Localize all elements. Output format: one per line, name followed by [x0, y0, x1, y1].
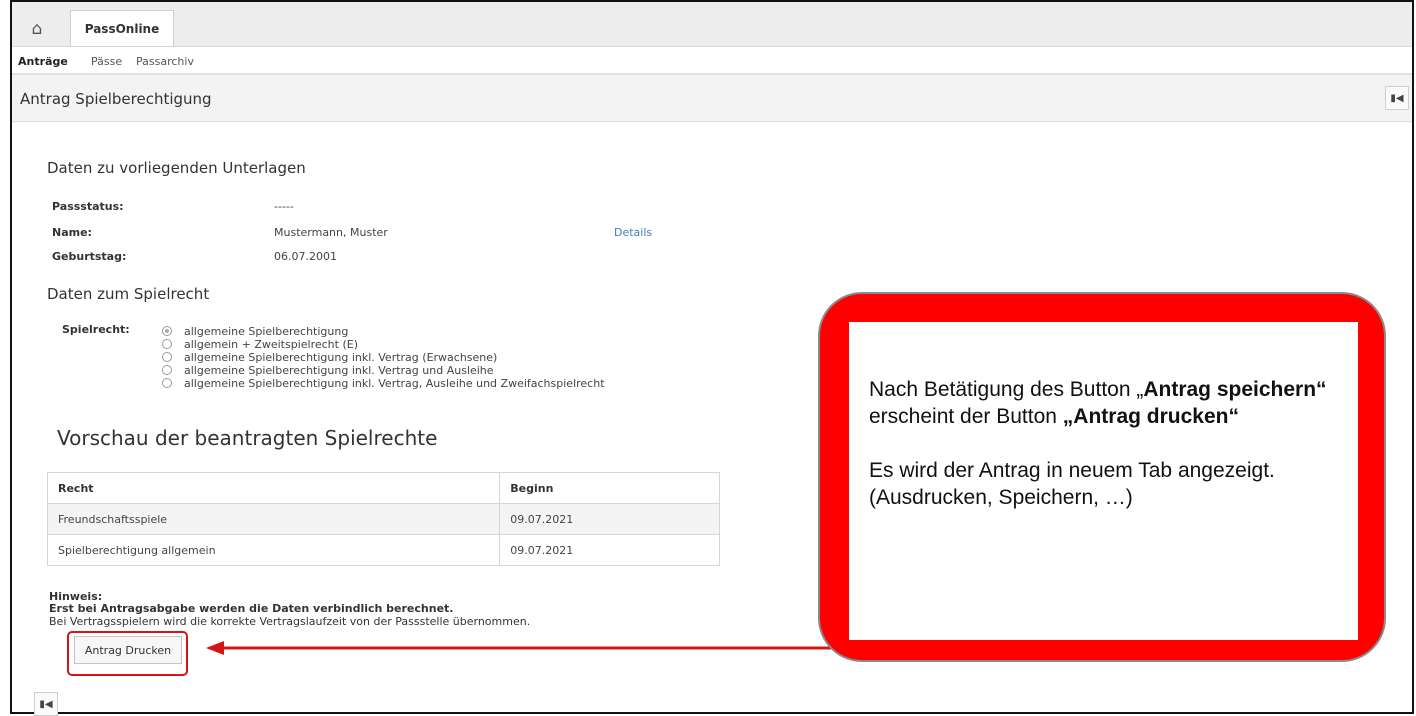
- callout-bold-1: Antrag speichern“: [1143, 378, 1327, 401]
- callout-inner: Nach Betätigung des Button „Antrag speic…: [849, 322, 1358, 640]
- callout-paragraph-3: (Ausdrucken, Speichern, …): [869, 486, 1133, 509]
- callout-paragraph-2: Es wird der Antrag in neuem Tab angezeig…: [869, 459, 1275, 482]
- callout-text: Nach Betätigung des Button „Antrag speic…: [869, 376, 1339, 511]
- callout-box: Nach Betätigung des Button „Antrag speic…: [818, 292, 1386, 662]
- callout-text-1: Nach Betätigung des Button „: [869, 378, 1144, 401]
- callout-text-2: erscheint der Button: [869, 405, 1063, 428]
- callout-bold-2: „Antrag drucken“: [1062, 405, 1239, 428]
- arrow-head: [206, 641, 224, 655]
